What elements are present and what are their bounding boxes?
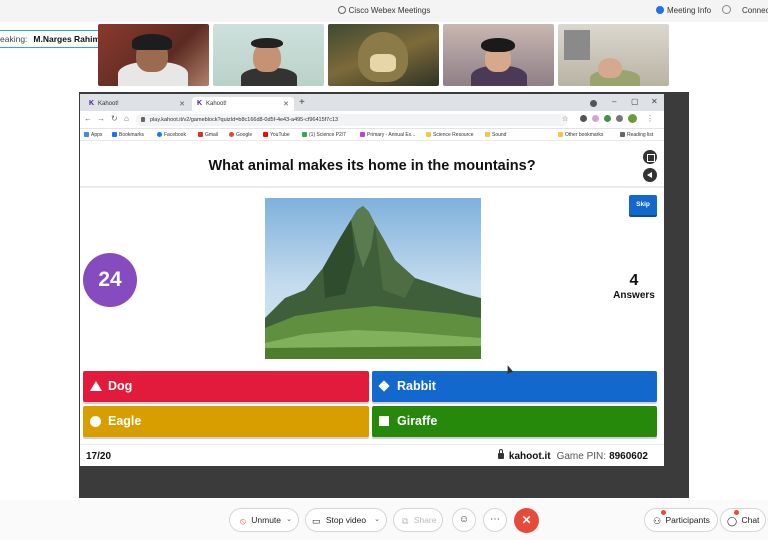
game-pin-value: 8960602 bbox=[609, 451, 648, 462]
mountain-illustration bbox=[265, 206, 481, 359]
webex-logo-icon bbox=[337, 6, 346, 14]
participant-video-3[interactable] bbox=[328, 24, 439, 86]
extensions-puzzle-icon[interactable] bbox=[616, 115, 623, 122]
participants-notification-dot bbox=[661, 510, 666, 515]
skip-button[interactable]: Skip bbox=[629, 195, 657, 215]
chat-notification-dot bbox=[734, 510, 739, 515]
answer-option-giraffe[interactable]: Giraffe bbox=[372, 406, 657, 437]
close-tab-icon[interactable]: ✕ bbox=[179, 100, 185, 108]
forward-icon[interactable]: → bbox=[97, 114, 105, 123]
participants-button[interactable]: ⚇ Participants bbox=[644, 508, 718, 532]
chevron-down-icon[interactable]: ⌄ bbox=[374, 509, 380, 531]
share-button[interactable]: ⧉ Share bbox=[393, 508, 443, 532]
bookmark-science-resource[interactable]: Science Resource bbox=[426, 132, 474, 138]
circle-icon bbox=[90, 416, 101, 427]
bookmark-bookmarks[interactable]: Bookmarks bbox=[112, 132, 144, 138]
reload-icon[interactable]: ↻ bbox=[111, 114, 118, 123]
bookmark-gmail[interactable]: Gmail bbox=[198, 132, 218, 138]
browser-tab-1[interactable]: K Kahoot! ✕ bbox=[84, 97, 190, 111]
chat-button[interactable]: ◯ Chat bbox=[720, 508, 766, 532]
question-image-mountain bbox=[265, 198, 481, 359]
participant-video-1[interactable] bbox=[98, 24, 209, 86]
meeting-info-button[interactable]: Meeting Info bbox=[656, 6, 711, 15]
bookmark-apps[interactable]: Apps bbox=[84, 132, 102, 138]
extension-icon[interactable] bbox=[592, 115, 599, 122]
browser-tab-bar: K Kahoot! ✕ K Kahoot! ✕ + – ▢ ✕ bbox=[80, 94, 664, 111]
bookmark-facebook[interactable]: Facebook bbox=[157, 132, 186, 138]
bookmark-sound[interactable]: Sound bbox=[485, 132, 506, 138]
kahoot-favicon-icon: K bbox=[89, 100, 95, 107]
more-options-icon[interactable]: ⋯ bbox=[483, 508, 507, 532]
reactions-emoji-icon[interactable]: ☺ bbox=[452, 508, 476, 532]
extension-icon[interactable] bbox=[604, 115, 611, 122]
bookmark-reading-list[interactable]: Reading list bbox=[620, 132, 653, 138]
question-divider bbox=[80, 186, 664, 188]
square-icon bbox=[379, 416, 389, 426]
minimize-icon[interactable] bbox=[722, 5, 731, 14]
participants-icon: ⚇ bbox=[653, 516, 662, 526]
muted-microphone-icon: ⦸ bbox=[240, 516, 246, 526]
record-icon[interactable] bbox=[590, 100, 597, 107]
connection-status: Connec bbox=[742, 6, 768, 15]
chevron-down-icon[interactable]: ⌄ bbox=[286, 509, 292, 531]
close-icon: ✕ bbox=[521, 513, 532, 527]
participant-video-5[interactable] bbox=[558, 24, 669, 86]
bookmark-youtube[interactable]: YouTube bbox=[263, 132, 290, 138]
stop-video-button[interactable]: ▭ Stop video ⌄ bbox=[305, 508, 387, 532]
browser-tab-2[interactable]: K Kahoot! ✕ bbox=[192, 97, 294, 111]
answers-count-value: 4 bbox=[629, 272, 639, 289]
leave-meeting-button[interactable]: ✕ bbox=[514, 508, 539, 533]
answers-count-label: Answers bbox=[613, 290, 655, 301]
home-icon[interactable]: ⌂ bbox=[124, 114, 129, 123]
sound-icon[interactable] bbox=[643, 168, 657, 182]
question-counter: 17/20 bbox=[86, 451, 112, 462]
close-tab-icon[interactable]: ✕ bbox=[283, 100, 289, 108]
speaking-label: eaking: bbox=[0, 34, 28, 44]
profile-avatar-icon[interactable] bbox=[628, 114, 637, 123]
lock-icon bbox=[141, 117, 145, 122]
answer-option-eagle[interactable]: Eagle bbox=[83, 406, 369, 437]
answers-counter: 4 Answers bbox=[604, 272, 664, 301]
webex-window-title: Cisco Webex Meetings bbox=[0, 6, 768, 15]
kahoot-favicon-icon: K bbox=[197, 100, 203, 107]
lock-icon bbox=[497, 449, 504, 459]
game-pin-label: Game PIN: bbox=[556, 451, 607, 462]
window-minimize-icon[interactable]: – bbox=[612, 97, 616, 106]
window-close-icon[interactable]: ✕ bbox=[651, 97, 658, 106]
bookmark-google[interactable]: Google bbox=[229, 132, 252, 138]
address-toolbar: ← → ↻ ⌂ play.kahoot.it/v2/gameblock?quiz… bbox=[80, 111, 664, 129]
bookmark-science-p2[interactable]: (1) Science P2/7 bbox=[302, 132, 346, 138]
triangle-icon bbox=[90, 381, 102, 391]
answer-option-rabbit[interactable]: Rabbit bbox=[372, 371, 657, 402]
countdown-timer: 24 bbox=[83, 253, 137, 307]
bookmark-primary-annual[interactable]: Primary - Annual Ex... bbox=[360, 132, 415, 138]
unmute-button[interactable]: ⦸ Unmute ⌄ bbox=[229, 508, 299, 532]
video-camera-icon: ▭ bbox=[312, 516, 321, 526]
question-title: What animal makes its home in the mounta… bbox=[208, 158, 536, 174]
back-icon[interactable]: ← bbox=[84, 114, 92, 123]
bookmarks-bar: Apps Bookmarks Facebook Gmail Google You… bbox=[80, 129, 664, 141]
menu-icon[interactable]: ⋮ bbox=[646, 114, 654, 123]
game-footer: 17/20 kahoot.it Game PIN: 8960602 bbox=[80, 444, 664, 466]
participant-video-4[interactable] bbox=[443, 24, 554, 86]
fullscreen-icon[interactable] bbox=[643, 150, 657, 164]
window-maximize-icon[interactable]: ▢ bbox=[631, 97, 639, 106]
url-bar[interactable]: play.kahoot.it/v2/gameblock?quizId=b8c16… bbox=[136, 114, 568, 126]
answer-option-dog[interactable]: Dog bbox=[83, 371, 369, 402]
browser-window: K Kahoot! ✕ K Kahoot! ✕ + – ▢ ✕ ← → ↻ ⌂ … bbox=[80, 94, 664, 466]
share-screen-icon: ⧉ bbox=[402, 516, 409, 526]
diamond-icon bbox=[378, 380, 390, 392]
info-icon bbox=[656, 6, 664, 14]
participant-video-2[interactable] bbox=[213, 24, 324, 86]
webex-title-bar: Cisco Webex Meetings Meeting Info Connec bbox=[0, 0, 768, 22]
new-tab-icon[interactable]: + bbox=[299, 97, 305, 108]
bookmark-other[interactable]: Other bookmarks bbox=[558, 132, 603, 138]
game-pin-area: kahoot.it Game PIN: 8960602 bbox=[497, 449, 648, 462]
kahoot-site: kahoot.it bbox=[508, 451, 551, 462]
bookmark-star-icon[interactable]: ☆ bbox=[562, 115, 568, 123]
extension-icon[interactable] bbox=[580, 115, 587, 122]
